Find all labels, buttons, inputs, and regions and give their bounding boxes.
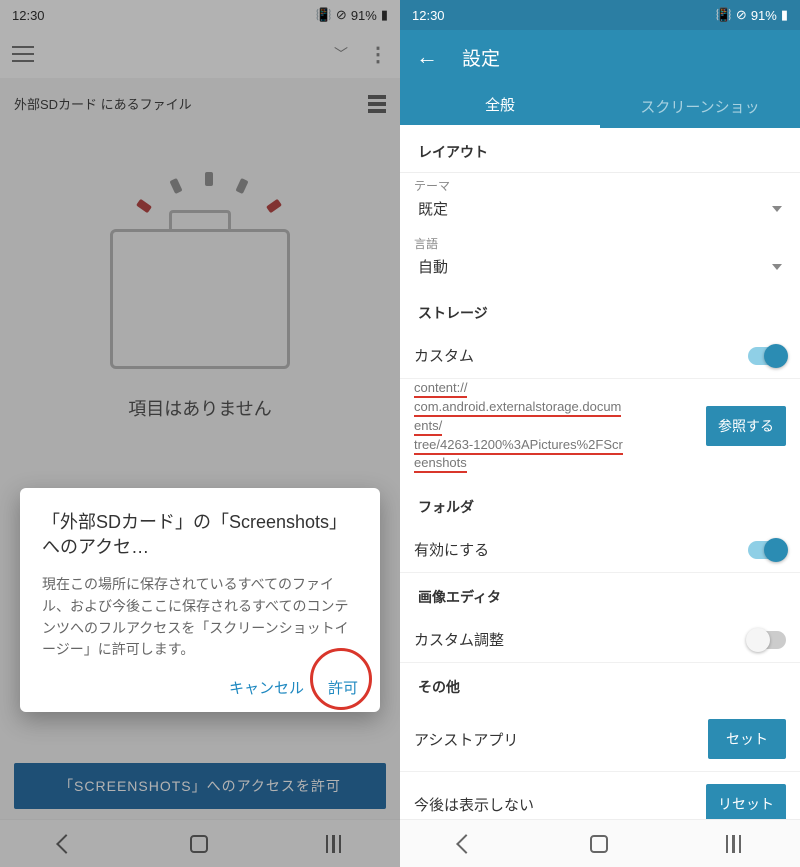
nav-back-icon[interactable]: [456, 834, 476, 854]
status-time: 12:30: [412, 8, 445, 23]
cancel-button[interactable]: キャンセル: [229, 677, 304, 698]
language-label: 言語: [400, 231, 800, 252]
nav-recent-icon[interactable]: [726, 835, 742, 853]
custom-storage-row[interactable]: カスタム: [400, 333, 800, 379]
battery-icon: ▮: [781, 7, 788, 23]
tab-screenshot[interactable]: スクリーンショッ: [600, 84, 800, 128]
allow-button[interactable]: 許可: [328, 677, 358, 698]
custom-adjust-row[interactable]: カスタム調整: [400, 617, 800, 663]
dialog-body: 現在この場所に保存されているすべてのファイル、および今後ここに保存されるすべての…: [42, 574, 358, 661]
custom-adjust-switch[interactable]: [748, 631, 786, 649]
theme-label: テーマ: [400, 173, 800, 194]
section-layout: レイアウト: [400, 128, 800, 173]
browse-button[interactable]: 参照する: [706, 406, 786, 446]
assist-app-row: アシストアプリ セット: [400, 707, 800, 772]
chevron-down-icon: [772, 264, 782, 270]
set-button[interactable]: セット: [708, 719, 786, 759]
nav-bar: [400, 819, 800, 867]
enable-folder-row[interactable]: 有効にする: [400, 527, 800, 573]
section-storage: ストレージ: [400, 289, 800, 333]
dim-overlay[interactable]: [0, 0, 400, 867]
section-image-editor: 画像エディタ: [400, 573, 800, 617]
app-bar: ← 設定: [400, 30, 800, 84]
tab-general[interactable]: 全般: [400, 84, 600, 128]
tabs: 全般 スクリーンショッ: [400, 84, 800, 128]
reset-button[interactable]: リセット: [706, 784, 786, 819]
nav-home-icon[interactable]: [590, 835, 608, 853]
section-folder: フォルダ: [400, 483, 800, 527]
appbar-title: 設定: [462, 44, 500, 71]
back-arrow-icon[interactable]: ←: [416, 44, 438, 70]
theme-select[interactable]: 既定: [400, 194, 800, 231]
permission-dialog: 「外部SDカード」の「Screenshots」へのアクセ… 現在この場所に保存さ…: [20, 488, 380, 712]
battery-text: 91%: [751, 8, 777, 23]
language-select[interactable]: 自動: [400, 252, 800, 289]
custom-storage-switch[interactable]: [748, 347, 786, 365]
storage-path: content:// com.android.externalstorage.d…: [414, 379, 696, 473]
dialog-title: 「外部SDカード」の「Screenshots」へのアクセ…: [42, 510, 358, 560]
mute-icon: 📳: [716, 7, 732, 23]
status-bar: 12:30 📳 ⊘ 91% ▮: [400, 0, 800, 30]
enable-folder-switch[interactable]: [748, 541, 786, 559]
dont-show-row: 今後は表示しない リセット: [400, 772, 800, 819]
chevron-down-icon: [772, 206, 782, 212]
no-disturb-icon: ⊘: [736, 7, 747, 23]
section-other: その他: [400, 663, 800, 707]
